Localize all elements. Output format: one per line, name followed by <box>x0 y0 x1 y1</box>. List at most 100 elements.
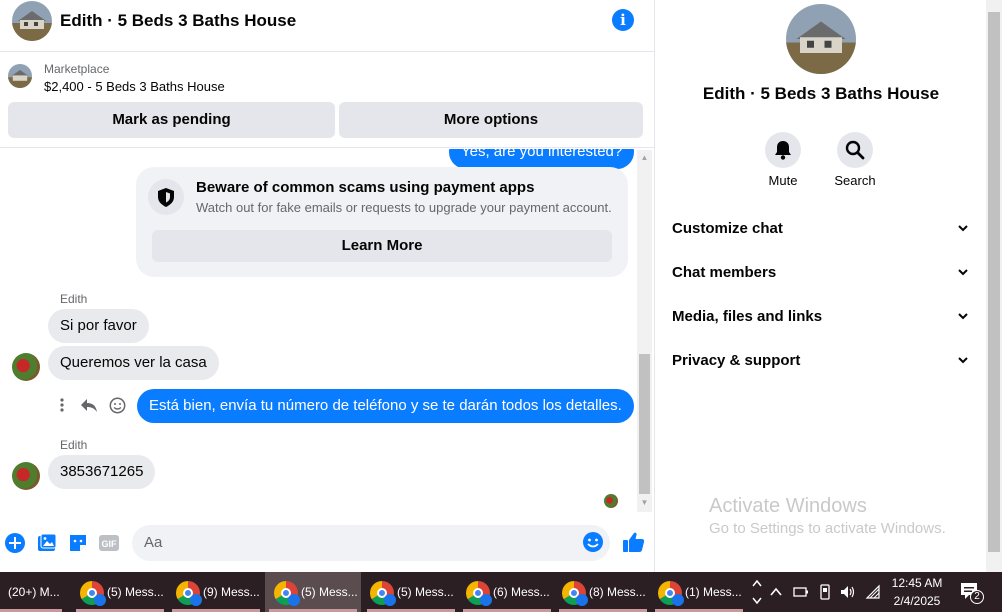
taskbar-tab[interactable]: (5) Mess... <box>363 572 457 612</box>
messenger-badge-icon <box>190 594 202 606</box>
more-actions-icon[interactable] <box>58 397 66 413</box>
chat-pane: Edith · 5 Beds 3 Baths House i Marketpla… <box>0 0 655 572</box>
taskbar-tab-label: (8) Mess... <box>589 585 646 599</box>
details-pane: Edith · 5 Beds 3 Baths House Mute Search… <box>656 0 986 572</box>
taskbar-tab-label: (5) Mess... <box>301 585 358 599</box>
contact-avatar[interactable] <box>12 1 52 41</box>
scam-title: Beware of common scams using payment app… <box>196 179 535 196</box>
listing-title[interactable]: $2,400 - 5 Beds 3 Baths House <box>44 79 225 94</box>
notification-center-icon[interactable]: 2 <box>958 580 984 604</box>
taskbar-tab-label: (6) Mess... <box>493 585 550 599</box>
outgoing-message: Está bien, envía tu número de teléfono y… <box>137 389 634 423</box>
search-button[interactable] <box>837 132 873 168</box>
plus-icon[interactable] <box>4 532 26 554</box>
profile-avatar[interactable] <box>786 4 856 74</box>
emoji-icon[interactable] <box>582 531 604 553</box>
messenger-badge-icon <box>672 594 684 606</box>
mark-pending-button[interactable]: Mark as pending <box>8 102 335 138</box>
read-receipt-avatar <box>604 494 618 508</box>
mute-label: Mute <box>768 173 798 188</box>
privacy-support-row[interactable]: Privacy & support <box>672 349 972 373</box>
chat-scrollbar[interactable]: ▲ ▼ <box>637 150 652 512</box>
page-scrollbar[interactable] <box>986 0 1002 572</box>
taskbar-tab[interactable]: (1) Mess... <box>651 572 745 612</box>
thumbs-up-icon[interactable] <box>622 530 646 554</box>
svg-text:GIF: GIF <box>102 539 118 549</box>
input-placeholder: Aa <box>144 534 163 551</box>
composer: GIF Aa <box>0 512 654 572</box>
chevron-down-icon <box>958 225 968 232</box>
incoming-message: 3853671265 <box>48 455 156 489</box>
chat-header: Edith · 5 Beds 3 Baths House i <box>0 0 654 52</box>
incoming-message: Si por favor <box>48 309 149 343</box>
messenger-badge-icon <box>480 594 492 606</box>
taskbar-scroll-arrows[interactable] <box>750 576 764 608</box>
incoming-message: Queremos ver la casa <box>48 346 219 380</box>
scroll-up-arrow[interactable]: ▲ <box>639 153 650 163</box>
clock-time: 12:45 AM <box>891 576 943 590</box>
sender-avatar[interactable] <box>12 353 40 381</box>
media-files-links-row[interactable]: Media, files and links <box>672 305 972 329</box>
taskbar-tab[interactable]: (8) Mess... <box>555 572 649 612</box>
battery-icon[interactable] <box>793 585 809 599</box>
activate-windows-title: Activate Windows <box>709 495 867 517</box>
photo-icon[interactable] <box>36 532 58 554</box>
outgoing-message: Yes, are you interested? <box>449 149 635 169</box>
learn-more-button[interactable]: Learn More <box>152 230 612 262</box>
more-options-button[interactable]: More options <box>339 102 643 138</box>
mute-button[interactable] <box>765 132 801 168</box>
sender-name: Edith <box>60 438 88 452</box>
device-icon[interactable] <box>817 584 833 600</box>
search-icon <box>845 140 865 160</box>
scroll-thumb[interactable] <box>639 354 650 494</box>
taskbar-tab-label: (1) Mess... <box>685 585 742 599</box>
scam-subtitle: Watch out for fake emails or requests to… <box>196 200 612 215</box>
chat-title[interactable]: Edith · 5 Beds 3 Baths House <box>60 10 296 32</box>
page-scroll-thumb[interactable] <box>988 12 1000 552</box>
taskbar-tab-label: (9) Mess... <box>203 585 260 599</box>
gif-icon[interactable]: GIF <box>98 532 120 554</box>
marketplace-bar: Marketplace $2,400 - 5 Beds 3 Baths Hous… <box>0 52 654 148</box>
marketplace-label: Marketplace <box>44 62 110 76</box>
messenger-badge-icon <box>94 594 106 606</box>
taskbar-tab-label: (5) Mess... <box>107 585 164 599</box>
scroll-down-arrow[interactable]: ▼ <box>639 498 650 508</box>
menu-label: Chat members <box>672 264 777 281</box>
taskbar-tab[interactable]: (20+) M... <box>0 572 66 612</box>
taskbar: (20+) M... (5) Mess... (9) Mess... (5) M… <box>0 572 1002 612</box>
info-icon[interactable]: i <box>612 9 634 31</box>
bell-icon <box>775 141 791 160</box>
chevron-up-icon[interactable] <box>769 585 783 599</box>
menu-label: Privacy & support <box>672 352 801 369</box>
chevron-down-icon <box>958 269 968 276</box>
sticker-icon[interactable] <box>67 532 89 554</box>
reply-icon[interactable] <box>80 396 98 414</box>
notification-count: 2 <box>970 590 984 604</box>
shield-icon <box>148 179 184 215</box>
sender-avatar[interactable] <box>12 462 40 490</box>
chevron-down-icon <box>958 357 968 364</box>
messenger-badge-icon <box>288 594 300 606</box>
taskbar-tab-active[interactable]: (5) Mess... <box>265 572 361 612</box>
system-clock[interactable]: 12:45 AM 2/4/2025 <box>880 574 954 610</box>
messenger-badge-icon <box>576 594 588 606</box>
customize-chat-row[interactable]: Customize chat <box>672 217 972 241</box>
listing-thumbnail[interactable] <box>8 64 32 88</box>
taskbar-tab[interactable]: (9) Mess... <box>168 572 262 612</box>
taskbar-tab[interactable]: (6) Mess... <box>459 572 553 612</box>
message-list: Yes, are you interested? Beware of commo… <box>0 149 637 512</box>
wifi-icon[interactable] <box>865 584 881 600</box>
react-icon[interactable] <box>109 397 126 414</box>
profile-title: Edith · 5 Beds 3 Baths House <box>702 84 940 103</box>
message-input[interactable]: Aa <box>132 525 610 561</box>
taskbar-tab-label: (20+) M... <box>8 585 60 599</box>
taskbar-tab-label: (5) Mess... <box>397 585 454 599</box>
search-label: Search <box>834 173 876 188</box>
chevron-down-icon <box>958 313 968 320</box>
messenger-badge-icon <box>384 594 396 606</box>
chat-members-row[interactable]: Chat members <box>672 261 972 285</box>
volume-icon[interactable] <box>840 584 856 600</box>
taskbar-tab[interactable]: (5) Mess... <box>72 572 166 612</box>
scam-warning-card: Beware of common scams using payment app… <box>136 167 628 277</box>
sender-name: Edith <box>60 292 88 306</box>
